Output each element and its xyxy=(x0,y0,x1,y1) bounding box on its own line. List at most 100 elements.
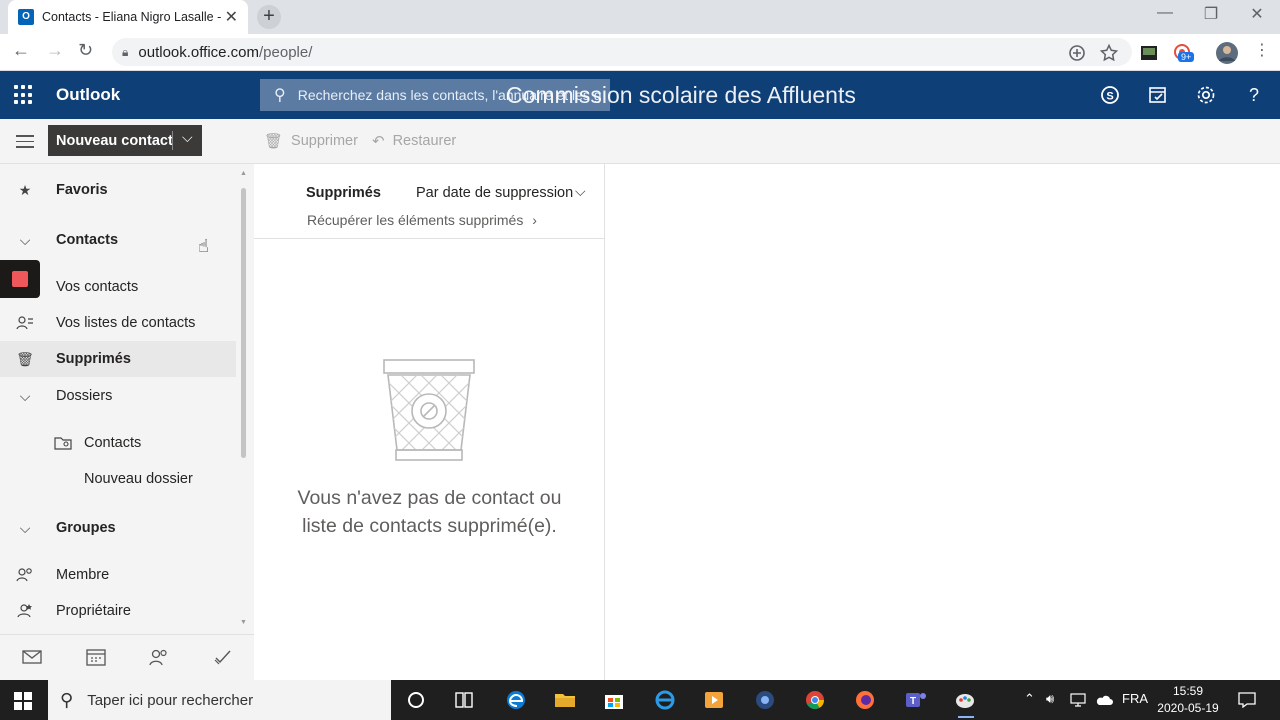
teams-icon[interactable]: T xyxy=(902,688,928,712)
new-tab-button[interactable]: + xyxy=(257,5,281,29)
internet-explorer-icon[interactable] xyxy=(652,688,678,712)
add-icon[interactable] xyxy=(1067,43,1087,63)
bookmark-star-icon[interactable] xyxy=(1099,43,1119,63)
chevron-down-icon[interactable]: ⌵ xyxy=(575,183,586,200)
nav-vos-listes-label: Vos listes de contacts xyxy=(56,315,196,331)
chevron-down-icon[interactable]: ⌵ xyxy=(182,129,193,146)
recover-deleted-link[interactable]: Récupérer les éléments supprimés › xyxy=(307,212,537,228)
nav-folder-contacts[interactable]: Contacts xyxy=(0,425,236,461)
lock-icon: 🔒︎ xyxy=(122,44,129,59)
action-center-icon[interactable] xyxy=(1238,692,1256,708)
onedrive-icon[interactable] xyxy=(1095,694,1113,706)
cortana-icon[interactable] xyxy=(403,688,429,712)
list-title: Supprimés xyxy=(306,185,381,201)
trash-icon: 🗑︎ xyxy=(264,133,284,150)
store-icon[interactable] xyxy=(601,688,627,712)
volume-icon[interactable]: 🔊︎ xyxy=(1046,691,1054,707)
url-host: outlook.office.com xyxy=(138,43,260,61)
tasks-check-icon[interactable] xyxy=(213,648,233,666)
undo-icon: ↶ xyxy=(372,133,385,150)
nav-groupes[interactable]: ⌵ Groupes xyxy=(0,510,236,546)
tray-chevron-up-icon[interactable]: ⌃ xyxy=(1024,691,1035,707)
taskbar-clock[interactable]: 15:59 2020-05-19 xyxy=(1150,683,1226,717)
restore-window-icon[interactable]: ❐ xyxy=(1188,4,1234,24)
contact-list-pane: Supprimés Par date de suppression ⌵ Récu… xyxy=(254,164,605,680)
reload-icon[interactable]: ↻ xyxy=(78,40,93,61)
forward-icon[interactable]: → xyxy=(46,40,64,61)
nav-nouveau-dossier[interactable]: Nouveau dossier xyxy=(0,461,236,497)
app-launcher-icon[interactable] xyxy=(14,85,34,105)
mail-icon[interactable] xyxy=(22,650,42,664)
close-window-icon[interactable]: ✕ xyxy=(1234,4,1280,24)
my-day-icon[interactable] xyxy=(1146,83,1170,107)
windows-taskbar: ⚲ Taper ici pour rechercher T ⌃ 🔊︎ FRA 1… xyxy=(0,680,1280,720)
restore-button[interactable]: ↶ Restaurer xyxy=(372,132,456,150)
nav-groupes-label: Groupes xyxy=(56,520,116,536)
svg-text:?: ? xyxy=(1249,85,1259,105)
empty-line-1: Vous n'avez pas de contact ou xyxy=(297,487,562,509)
skype-icon[interactable]: S xyxy=(1098,83,1122,107)
minimize-icon[interactable]: — xyxy=(1142,4,1188,22)
left-navigation: ★ Favoris ⌵ Contacts ☝︎ Vos contacts Vos… xyxy=(0,164,254,680)
back-icon[interactable]: ← xyxy=(12,40,30,61)
hamburger-menu-icon[interactable] xyxy=(16,135,34,152)
clock-date: 2020-05-19 xyxy=(1157,701,1219,715)
chevron-down-icon[interactable]: ⌵ xyxy=(16,388,34,405)
brand-title[interactable]: Outlook xyxy=(56,85,120,105)
people-icon xyxy=(16,568,32,582)
chrome-icon[interactable] xyxy=(802,688,828,712)
folder-contacts-icon xyxy=(54,437,72,450)
nav-vos-contacts[interactable]: Vos contacts xyxy=(0,269,236,305)
file-explorer-icon[interactable] xyxy=(552,688,578,712)
trash-icon: 🗑︎ xyxy=(16,350,34,367)
new-contact-button[interactable]: Nouveau contact ⌵ xyxy=(48,125,202,156)
nav-folder-contacts-label: Contacts xyxy=(84,435,142,451)
reading-pane xyxy=(605,164,1280,680)
settings-gear-icon[interactable] xyxy=(1194,83,1218,107)
nav-membre[interactable]: Membre xyxy=(0,557,236,593)
taskbar-search-placeholder: Taper ici pour rechercher xyxy=(87,691,254,709)
nav-contacts-label: Contacts xyxy=(56,232,119,248)
svg-text:T: T xyxy=(910,696,916,707)
tab-title: Contacts - Eliana Nigro Lasalle - O xyxy=(42,10,225,24)
firefox-icon[interactable] xyxy=(852,688,878,712)
nav-supprimes[interactable]: 🗑︎ Supprimés xyxy=(0,341,236,377)
extension-icon[interactable] xyxy=(1139,43,1159,63)
calendar-icon[interactable] xyxy=(86,648,106,666)
svg-text:S: S xyxy=(1106,91,1113,103)
recorder-app-icon[interactable] xyxy=(752,688,778,712)
language-indicator[interactable]: FRA xyxy=(1122,691,1148,706)
scrollbar-thumb[interactable] xyxy=(241,188,246,458)
empty-line-2: liste de contacts supprimé(e). xyxy=(302,515,557,537)
scroll-up-icon[interactable]: ▲ xyxy=(240,170,247,177)
browser-tab[interactable]: O Contacts - Eliana Nigro Lasalle - O ✕ xyxy=(8,0,248,34)
url-bar[interactable]: 🔒︎ outlook.office.com/people/ xyxy=(112,38,1132,66)
windows-start-icon[interactable] xyxy=(14,692,32,710)
recover-label: Récupérer les éléments supprimés xyxy=(307,212,524,228)
task-view-icon[interactable] xyxy=(451,688,477,712)
scroll-down-icon[interactable]: ▼ xyxy=(240,619,247,626)
taskbar-search-input[interactable]: ⚲ Taper ici pour rechercher xyxy=(48,680,391,720)
nav-favoris[interactable]: ★ Favoris xyxy=(0,172,236,208)
chevron-down-icon[interactable]: ⌵ xyxy=(16,520,34,537)
chevron-right-icon: › xyxy=(532,212,537,228)
help-icon[interactable]: ? xyxy=(1242,83,1266,107)
people-icon[interactable] xyxy=(149,648,169,666)
delete-button[interactable]: 🗑︎ Supprimer xyxy=(264,132,358,150)
nav-dossiers[interactable]: ⌵ Dossiers xyxy=(0,378,236,414)
chevron-down-icon[interactable]: ⌵ xyxy=(16,232,34,249)
paint-app-icon[interactable] xyxy=(952,688,978,712)
network-icon[interactable] xyxy=(1070,693,1086,707)
nav-proprietaire[interactable]: Propriétaire xyxy=(0,593,236,629)
profile-avatar[interactable] xyxy=(1216,42,1238,64)
nav-vos-listes[interactable]: Vos listes de contacts xyxy=(0,305,236,341)
list-header: Supprimés Par date de suppression ⌵ Récu… xyxy=(254,164,605,239)
split-divider xyxy=(172,131,173,150)
media-player-icon[interactable] xyxy=(701,688,727,712)
search-icon: ⚲ xyxy=(60,689,74,710)
tab-close-icon[interactable]: ✕ xyxy=(225,7,238,27)
browser-menu-icon[interactable]: ⋮ xyxy=(1254,40,1270,60)
edge-browser-icon[interactable] xyxy=(503,688,529,712)
search-icon: ⚲ xyxy=(274,87,286,104)
sort-dropdown[interactable]: Par date de suppression xyxy=(416,185,573,201)
